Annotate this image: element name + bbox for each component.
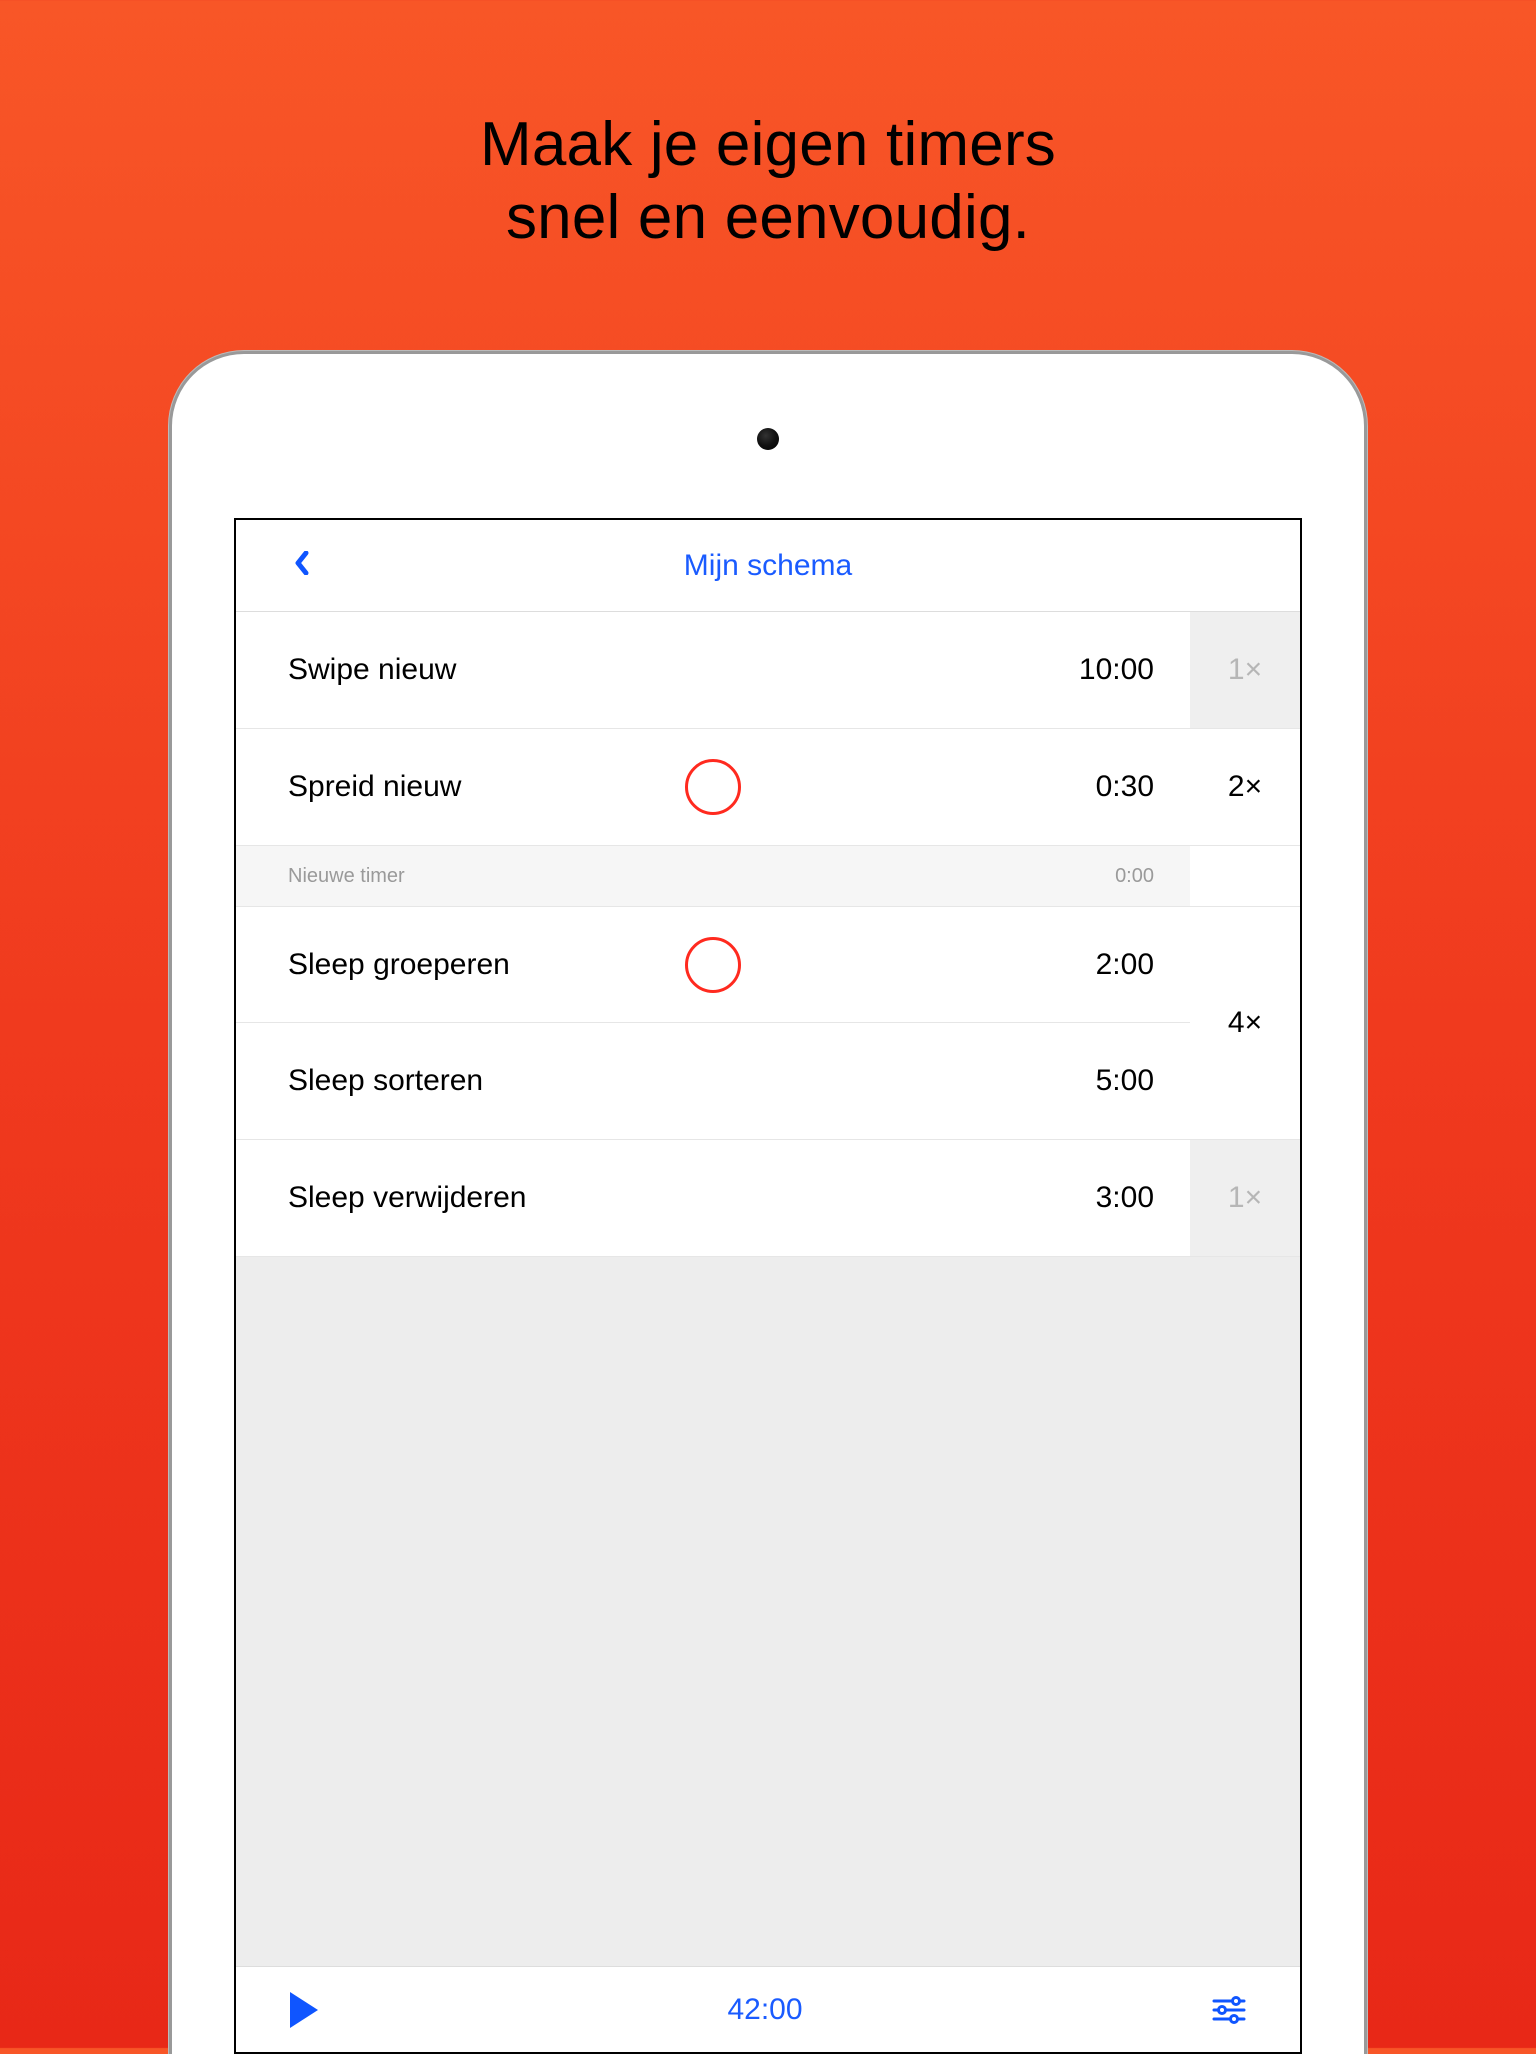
sliders-icon: [1212, 1996, 1246, 2024]
headline-line-2: snel en eenvoudig.: [506, 183, 1030, 252]
repeat-count[interactable]: 2×: [1190, 729, 1300, 845]
timer-group-1: Swipe nieuw 10:00 1×: [236, 612, 1300, 729]
timer-name: Swipe nieuw: [288, 653, 1054, 687]
timer-duration: 5:00: [1054, 1064, 1154, 1098]
timer-duration: 3:00: [1054, 1181, 1154, 1215]
timer-row[interactable]: Sleep groeperen 2:00: [236, 907, 1190, 1023]
timer-row[interactable]: Sleep verwijderen 3:00: [236, 1140, 1190, 1256]
timer-group-2: Spreid nieuw 0:30 2×: [236, 729, 1300, 846]
timer-name: Nieuwe timer: [288, 865, 1054, 888]
app-screen: Mijn schema Swipe nieuw 10:00 1× Spreid …: [234, 518, 1302, 2054]
headline-line-1: Maak je eigen timers: [480, 110, 1056, 179]
timer-duration: 0:00: [1054, 865, 1154, 888]
timer-duration: 0:30: [1054, 770, 1154, 804]
timer-group-3: Sleep groeperen 2:00 Sleep sorteren 5:00…: [236, 907, 1300, 1140]
timer-name: Sleep verwijderen: [288, 1181, 1054, 1215]
timer-list: Swipe nieuw 10:00 1× Spreid nieuw 0:30 2…: [236, 612, 1300, 1257]
nav-title: Mijn schema: [684, 549, 852, 583]
promo-headline: Maak je eigen timers snel en eenvoudig.: [0, 0, 1536, 254]
timer-group-4: Sleep verwijderen 3:00 1×: [236, 1140, 1300, 1257]
timer-name: Spreid nieuw: [288, 770, 1054, 804]
timer-duration: 10:00: [1054, 653, 1154, 687]
repeat-count[interactable]: 4×: [1190, 907, 1300, 1139]
settings-button[interactable]: [1212, 1996, 1246, 2024]
back-button[interactable]: [294, 549, 310, 583]
timer-name: Sleep groeperen: [288, 948, 1054, 982]
drag-indicator-icon[interactable]: [685, 759, 741, 815]
timer-name: Sleep sorteren: [288, 1064, 1054, 1098]
empty-area: [236, 1257, 1300, 1966]
ipad-frame: Mijn schema Swipe nieuw 10:00 1× Spreid …: [172, 354, 1364, 2054]
total-time: 42:00: [727, 1993, 802, 2027]
repeat-count[interactable]: 1×: [1190, 612, 1300, 728]
timer-duration: 2:00: [1054, 948, 1154, 982]
play-button[interactable]: [290, 1992, 318, 2028]
repeat-count[interactable]: 1×: [1190, 1140, 1300, 1256]
repeat-count-empty: [1190, 846, 1300, 906]
toolbar: 42:00: [236, 1966, 1300, 2052]
timer-row[interactable]: Sleep sorteren 5:00: [236, 1023, 1190, 1139]
timer-row[interactable]: Spreid nieuw 0:30: [236, 729, 1190, 845]
timer-row[interactable]: Swipe nieuw 10:00: [236, 612, 1190, 728]
camera-icon: [757, 428, 779, 450]
drag-indicator-icon[interactable]: [685, 937, 741, 993]
navbar: Mijn schema: [236, 520, 1300, 612]
timer-group-new: Nieuwe timer 0:00: [236, 846, 1300, 907]
new-timer-row[interactable]: Nieuwe timer 0:00: [236, 846, 1190, 906]
